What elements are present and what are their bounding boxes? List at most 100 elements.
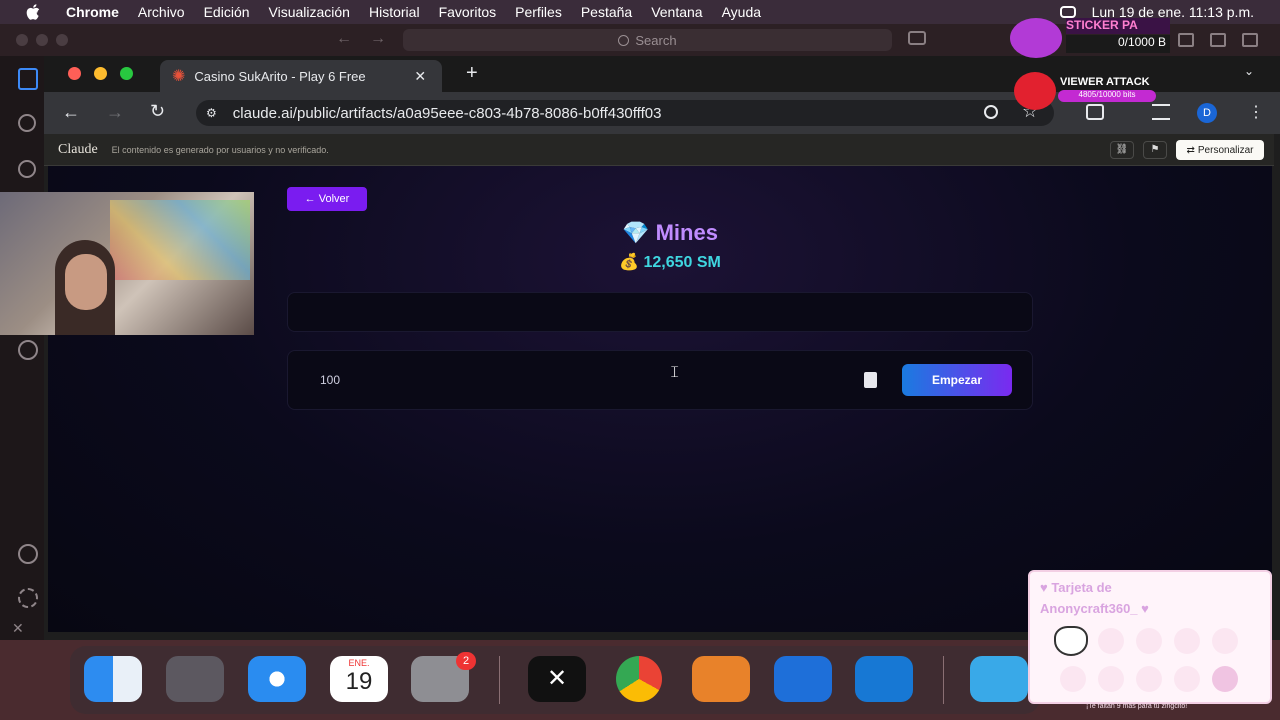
tab-overview-icon[interactable]: [1210, 33, 1226, 47]
card-title-line2: Anonycraft360_ ♥: [1040, 601, 1149, 616]
game-board-panel: [287, 292, 1033, 332]
webcam-overlay: [0, 192, 254, 335]
address-url: claude.ai/public/artifacts/a0a95eee-c803…: [232, 104, 662, 122]
menu-visualizacion[interactable]: Visualización: [269, 4, 350, 20]
back-button[interactable]: ← Volver: [287, 187, 367, 211]
minimize-window-button[interactable]: [94, 67, 107, 80]
apple-icon[interactable]: [26, 4, 40, 20]
reload-icon[interactable]: ↻: [150, 101, 165, 122]
sticker-count: 0/1000 B: [1066, 35, 1170, 53]
bet-stepper[interactable]: [864, 372, 877, 388]
site-settings-icon[interactable]: ⚙: [206, 106, 217, 120]
control-center-icon[interactable]: [1059, 6, 1076, 18]
menu-ventana[interactable]: Ventana: [651, 4, 702, 20]
safari-icon[interactable]: [248, 656, 306, 702]
share-icon[interactable]: [908, 31, 926, 45]
tomato-heart-icon: [1014, 72, 1056, 110]
search-icon: [618, 34, 630, 46]
stamp-slot: [1212, 628, 1238, 654]
text-cursor-icon: 𝙸: [669, 364, 681, 381]
new-tab-button[interactable]: +: [466, 62, 478, 85]
traffic-lights: [68, 67, 133, 80]
sticker-pack-overlay: STICKER PA 0/1000 B: [1010, 18, 1170, 60]
app-menu-chrome[interactable]: Chrome: [66, 4, 119, 20]
sidebar-toggle-icon[interactable]: [1178, 33, 1194, 47]
cat-stamp-icon: [1054, 626, 1088, 656]
bet-amount-input[interactable]: [308, 364, 886, 396]
personalize-button[interactable]: ⇄ Personalizar: [1176, 140, 1264, 160]
stamp-slot: [1060, 666, 1086, 692]
browser-forward-icon[interactable]: →: [106, 102, 124, 123]
menu-favoritos[interactable]: Favoritos: [439, 4, 497, 20]
diamond-icon: 💎: [622, 220, 650, 245]
menu-ayuda[interactable]: Ayuda: [722, 4, 761, 20]
stamp-slot-reward: [1212, 666, 1238, 692]
menu-pestana[interactable]: Pestaña: [581, 4, 632, 20]
stamp-slot: [1098, 628, 1124, 654]
claude-logo[interactable]: Claude: [58, 142, 98, 158]
remote-icon[interactable]: ✕: [12, 620, 24, 637]
close-window-button[interactable]: [68, 67, 81, 80]
vscode-icon[interactable]: [855, 656, 913, 702]
card-title-line1: ♥ Tarjeta de: [1040, 580, 1112, 595]
dock-divider: [499, 656, 500, 704]
zoom-window-button[interactable]: [120, 67, 133, 80]
launchpad-icon[interactable]: [166, 656, 224, 702]
money-bag-icon: 💰: [619, 254, 640, 271]
loyalty-card-overlay: ♥ Tarjeta de Anonycraft360_ ♥: [1028, 570, 1272, 704]
finder-icon[interactable]: [84, 656, 142, 702]
stamp-slot: [1174, 628, 1200, 654]
traffic-lights-inactive: [16, 34, 68, 46]
browser-tab-active[interactable]: ✺ Casino SukArito - Play 6 Free ✕: [160, 60, 442, 92]
windows-app-icon[interactable]: [774, 656, 832, 702]
balance-value: 12,650 SM: [643, 254, 721, 271]
search-placeholder: Search: [635, 32, 677, 48]
chrome-icon[interactable]: [616, 656, 662, 702]
notification-badge: 2: [456, 652, 476, 670]
chrome-menu-icon[interactable]: ⋮: [1248, 102, 1264, 122]
shuffle-icon: ⇄: [1186, 144, 1195, 156]
stamp-slot: [1174, 666, 1200, 692]
menu-archivo[interactable]: Archivo: [138, 4, 185, 20]
heart-plus-icon: [1010, 18, 1062, 58]
menu-edicion[interactable]: Edición: [204, 4, 250, 20]
claude-artifact-bar: Claude El contenido es generado por usua…: [44, 134, 1274, 166]
capcut-icon[interactable]: ✕: [528, 656, 586, 702]
rail-search-icon[interactable]: [18, 114, 36, 132]
game-title: 💎 Mines: [520, 220, 820, 246]
obs-icon[interactable]: [692, 656, 750, 702]
menu-historial[interactable]: Historial: [369, 4, 420, 20]
viewer-title: VIEWER ATTACK: [1060, 76, 1150, 88]
copy-link-icon[interactable]: ⛓: [1110, 141, 1134, 159]
browser-back-icon[interactable]: ←: [62, 102, 80, 123]
timeline-icon[interactable]: [18, 340, 38, 360]
game-title-text: Mines: [655, 220, 718, 245]
tab-search-chevron-icon[interactable]: ⌄: [1244, 64, 1254, 78]
back-arrow-icon[interactable]: ←: [336, 30, 352, 48]
tab-title: Casino SukArito - Play 6 Free: [194, 68, 366, 84]
forward-arrow-icon[interactable]: →: [370, 30, 386, 48]
stamp-slot: [1136, 628, 1162, 654]
tab-close-icon[interactable]: ✕: [414, 68, 426, 85]
report-flag-icon[interactable]: ⚑: [1143, 141, 1167, 159]
dock-divider-2: [943, 656, 944, 704]
source-control-icon[interactable]: [18, 160, 36, 178]
settings-gear-icon[interactable]: [18, 588, 38, 608]
zoom-icon[interactable]: [984, 105, 998, 119]
split-view-icon[interactable]: [1242, 33, 1258, 47]
start-button[interactable]: Empezar: [902, 364, 1012, 396]
files-icon[interactable]: [18, 68, 38, 90]
os-search-field[interactable]: Search: [403, 29, 892, 51]
account-icon[interactable]: [18, 544, 38, 564]
address-bar[interactable]: ⚙ claude.ai/public/artifacts/a0a95eee-c8…: [196, 100, 1054, 126]
unverified-notice: El contenido es generado por usuarios y …: [111, 144, 329, 155]
profile-avatar[interactable]: D: [1197, 103, 1217, 123]
stamp-slot: [1098, 666, 1124, 692]
downloads-folder-icon[interactable]: [970, 656, 1028, 702]
personalize-label: Personalizar: [1197, 144, 1254, 156]
calendar-icon[interactable]: ENE. 19: [330, 656, 388, 702]
favicon-icon: ✺: [172, 68, 186, 85]
sticker-title: STICKER PA: [1066, 18, 1170, 34]
menu-perfiles[interactable]: Perfiles: [515, 4, 562, 20]
viewer-progress: 4805/10000 bits: [1058, 90, 1156, 102]
